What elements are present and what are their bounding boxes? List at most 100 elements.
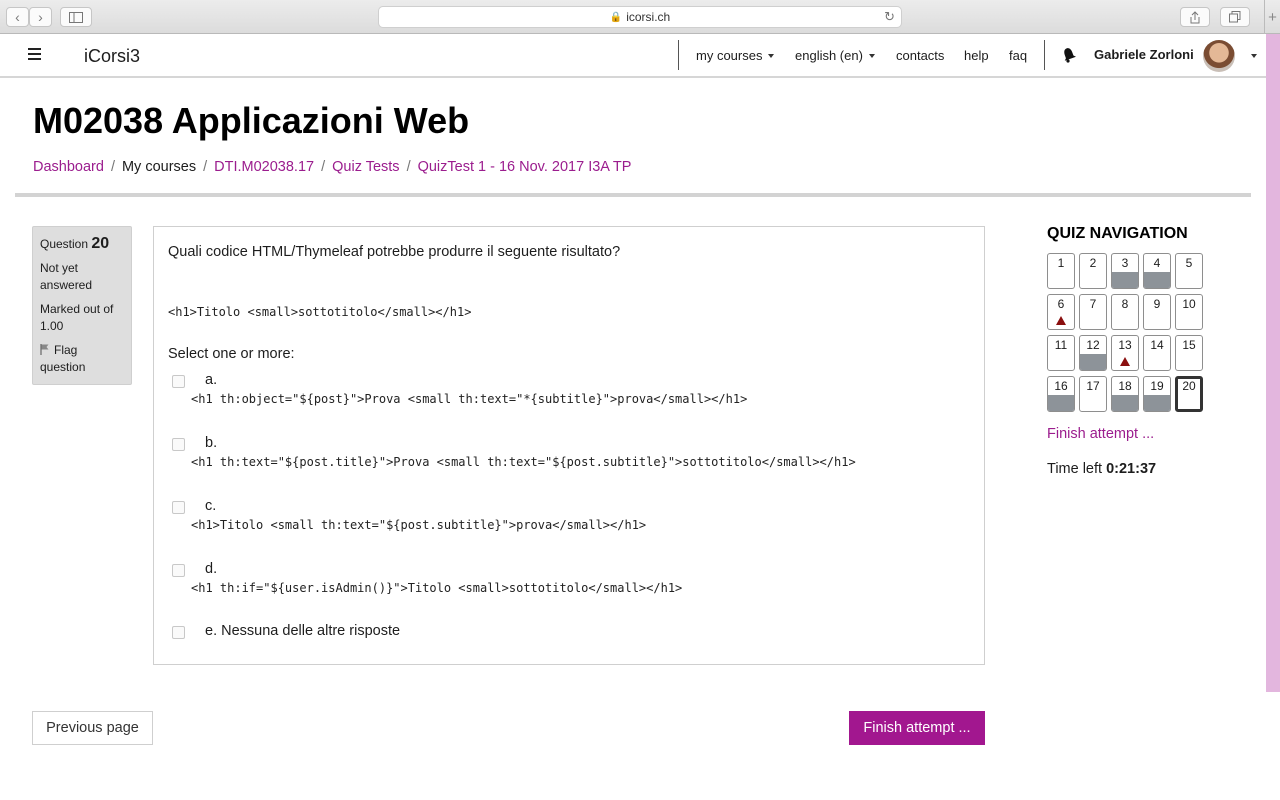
finish-attempt-button[interactable]: Finish attempt ... xyxy=(849,711,985,745)
quiz-nav-number: 13 xyxy=(1118,338,1132,352)
site-brand[interactable]: iCorsi3 xyxy=(84,46,140,67)
nav-contacts[interactable]: contacts xyxy=(896,48,944,63)
answered-indicator xyxy=(1144,395,1170,411)
nav-language[interactable]: english (en) xyxy=(795,48,875,63)
quiz-nav-number: 17 xyxy=(1086,379,1100,393)
quiz-nav-button-18[interactable]: 18 xyxy=(1111,376,1139,412)
forward-icon[interactable]: › xyxy=(29,7,52,27)
breadcrumb-quiz-tests[interactable]: Quiz Tests xyxy=(332,159,399,175)
finish-attempt-link[interactable]: Finish attempt ... xyxy=(1047,426,1154,442)
question-label: Question xyxy=(40,237,89,251)
breadcrumb-separator: / xyxy=(203,159,208,175)
back-icon[interactable]: ‹ xyxy=(6,7,29,27)
question-text: Quali codice HTML/Thymeleaf potrebbe pro… xyxy=(168,244,621,260)
nav-divider xyxy=(678,40,679,70)
site-navbar: iCorsi3 my courses english (en) contacts… xyxy=(0,34,1266,78)
tabs-icon[interactable] xyxy=(1220,7,1250,27)
breadcrumb-course[interactable]: DTI.M02038.17 xyxy=(214,159,314,175)
time-left: Time left 0:21:37 xyxy=(1047,461,1156,477)
quiz-nav-button-17[interactable]: 17 xyxy=(1079,376,1107,412)
answer-checkbox[interactable] xyxy=(172,626,185,639)
answer-checkbox[interactable] xyxy=(172,375,185,388)
select-prompt: Select one or more: xyxy=(168,346,295,362)
option-label: b. xyxy=(205,435,218,451)
question-info-panel: Question 20 Not yet answered Marked out … xyxy=(32,226,132,385)
nav-help[interactable]: help xyxy=(964,48,989,63)
quiz-nav-number: 7 xyxy=(1089,297,1097,311)
quiz-nav-number: 18 xyxy=(1118,379,1132,393)
quiz-nav-button-13[interactable]: 13 xyxy=(1111,335,1139,371)
quiz-nav-button-19[interactable]: 19 xyxy=(1143,376,1171,412)
quiz-nav-number: 16 xyxy=(1054,379,1068,393)
quiz-nav-number: 3 xyxy=(1121,256,1129,270)
breadcrumb-dashboard[interactable]: Dashboard xyxy=(33,159,104,175)
option-label: e. Nessuna delle altre risposte xyxy=(205,623,401,639)
answer-checkbox[interactable] xyxy=(172,438,185,451)
flag-icon xyxy=(40,344,49,355)
answered-indicator xyxy=(1048,395,1074,411)
flag-triangle-icon xyxy=(1056,316,1066,325)
quiz-nav-number: 19 xyxy=(1150,379,1164,393)
question-marks: Marked out of 1.00 xyxy=(40,302,114,333)
quiz-nav-button-9[interactable]: 9 xyxy=(1143,294,1171,330)
quiz-nav-button-6[interactable]: 6 xyxy=(1047,294,1075,330)
answer-checkbox[interactable] xyxy=(172,564,185,577)
quiz-nav-button-15[interactable]: 15 xyxy=(1175,335,1203,371)
previous-page-button[interactable]: Previous page xyxy=(32,711,153,745)
menu-icon[interactable] xyxy=(28,48,41,63)
flag-question-link[interactable]: Flag question xyxy=(40,342,124,376)
quiz-nav-number: 6 xyxy=(1057,297,1065,311)
quiz-nav-button-16[interactable]: 16 xyxy=(1047,376,1075,412)
quiz-nav-button-2[interactable]: 2 xyxy=(1079,253,1107,289)
quiz-nav-number: 14 xyxy=(1150,338,1164,352)
nav-faq[interactable]: faq xyxy=(1009,48,1027,63)
quiz-nav-button-4[interactable]: 4 xyxy=(1143,253,1171,289)
quiz-nav-number: 5 xyxy=(1185,256,1193,270)
option-code: <h1 th:text="${post.title}">Prova <small… xyxy=(191,455,856,469)
breadcrumb-separator: / xyxy=(406,159,411,175)
option-label: d. xyxy=(205,561,218,577)
quiz-nav-button-8[interactable]: 8 xyxy=(1111,294,1139,330)
quiz-nav-button-14[interactable]: 14 xyxy=(1143,335,1171,371)
quiz-navigation-title: QUIZ NAVIGATION xyxy=(1047,225,1188,242)
quiz-nav-button-12[interactable]: 12 xyxy=(1079,335,1107,371)
address-bar[interactable]: 🔒 icorsi.ch ↻ xyxy=(378,6,902,28)
nav-divider xyxy=(1044,40,1045,70)
quiz-nav-button-20[interactable]: 20 xyxy=(1175,376,1203,412)
quiz-nav-number: 10 xyxy=(1182,297,1196,311)
nav-my-courses[interactable]: my courses xyxy=(696,48,775,63)
option-label: a. xyxy=(205,372,218,388)
new-tab-icon[interactable]: + xyxy=(1264,0,1280,34)
header-divider xyxy=(15,193,1251,197)
time-left-value: 0:21:37 xyxy=(1106,461,1157,477)
time-left-label: Time left xyxy=(1047,461,1103,477)
share-icon[interactable] xyxy=(1180,7,1210,27)
quiz-nav-button-10[interactable]: 10 xyxy=(1175,294,1203,330)
page-title: M02038 Applicazioni Web xyxy=(33,100,470,141)
question-code: <h1>Titolo <small>sottotitolo</small></h… xyxy=(168,305,472,319)
answer-checkbox[interactable] xyxy=(172,501,185,514)
avatar[interactable] xyxy=(1203,40,1235,72)
notification-bell-icon[interactable] xyxy=(1062,47,1076,63)
answered-indicator xyxy=(1112,395,1138,411)
quiz-nav-button-3[interactable]: 3 xyxy=(1111,253,1139,289)
breadcrumb-my-courses: My courses xyxy=(121,159,197,175)
question-number: 20 xyxy=(91,235,110,252)
question-status: Not yet answered xyxy=(40,261,93,292)
option-code: <h1 th:object="${post}">Prova <small th:… xyxy=(191,392,748,406)
option-code: <h1 th:if="${user.isAdmin()}">Titolo <sm… xyxy=(191,581,683,595)
quiz-nav-button-1[interactable]: 1 xyxy=(1047,253,1075,289)
sidebar-icon[interactable] xyxy=(60,7,92,27)
quiz-nav-number: 2 xyxy=(1089,256,1097,270)
option-code: <h1>Titolo <small th:text="${post.subtit… xyxy=(191,518,647,532)
reload-icon[interactable]: ↻ xyxy=(884,9,895,25)
user-name[interactable]: Gabriele Zorloni xyxy=(1094,47,1194,62)
user-menu-chevron-icon[interactable] xyxy=(1251,54,1257,58)
flag-triangle-icon xyxy=(1120,357,1130,366)
quiz-nav-button-5[interactable]: 5 xyxy=(1175,253,1203,289)
quiz-nav-number: 20 xyxy=(1182,379,1196,393)
quiz-nav-button-11[interactable]: 11 xyxy=(1047,335,1075,371)
breadcrumb-quiz[interactable]: QuizTest 1 - 16 Nov. 2017 I3A TP xyxy=(418,159,632,175)
quiz-nav-button-7[interactable]: 7 xyxy=(1079,294,1107,330)
scrollbar-track[interactable] xyxy=(1266,34,1280,692)
